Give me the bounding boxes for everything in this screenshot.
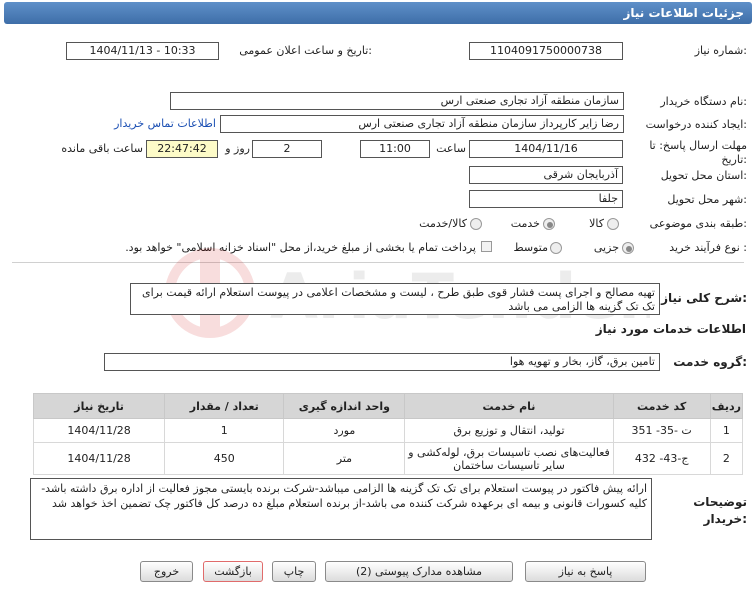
service-group-field: تامین برق، گاز، بخار و تهویه هوا: [104, 353, 660, 371]
buyer-field: سازمان منطقه آزاد تجاری صنعتی ارس: [170, 92, 624, 110]
creator-field: رضا زایر کارپرداز سازمان منطقه آزاد تجار…: [220, 115, 624, 133]
purchase-option-medium: متوسط: [513, 241, 548, 254]
cell-need-date: 1404/11/28: [32, 418, 166, 443]
buyer-notes-label: توضیحات خریدار:: [693, 495, 747, 526]
cell-row: 2: [709, 442, 744, 475]
purchase-option-minor: جزیی: [593, 241, 619, 254]
announce-label: تاریخ و ساعت اعلان عمومی:: [239, 44, 372, 57]
cell-quantity: 450: [164, 442, 285, 475]
view-attachments-button[interactable]: مشاهده مدارک پیوستی (2): [325, 561, 513, 582]
reply-button[interactable]: پاسخ به نیاز: [525, 561, 646, 582]
need-number-label: شماره نیاز:: [694, 44, 747, 57]
purchase-radio-minor[interactable]: [622, 242, 634, 254]
description-field: تهیه مصالح و اجرای پست فشار قوی طبق طرح …: [130, 283, 660, 315]
buyer-contact-link[interactable]: اطلاعات تماس خریدار: [108, 116, 216, 132]
remaining-label: ساعت باقی مانده: [61, 142, 143, 155]
purchase-radio-medium[interactable]: [550, 242, 562, 254]
buyer-notes-field: ارائه پیش فاکتور در پیوست استعلام برای ت…: [30, 478, 652, 540]
exit-button[interactable]: خروج: [140, 561, 193, 582]
remaining-time-field: 22:47:42: [146, 140, 218, 158]
days-label: روز و: [225, 142, 250, 155]
cell-service-code: ج-43- 432: [612, 442, 711, 475]
city-label: شهر محل تحویل:: [667, 193, 747, 206]
services-table: ردیف کد خدمت نام خدمت واحد اندازه گیری ت…: [32, 393, 744, 475]
category-option-service: خدمت: [510, 217, 540, 230]
table-row: 2 ج-43- 432 فعالیت‌های نصب تاسیسات برق، …: [32, 442, 744, 475]
announce-field: 1404/11/13 - 10:33: [66, 42, 219, 60]
purchase-type-label: نوع فرآیند خرید :: [669, 241, 747, 254]
category-label: طبقه بندی موضوعی:: [649, 217, 747, 230]
cell-unit: مورد: [283, 418, 406, 443]
need-number-field: 1104091750000738: [469, 42, 623, 60]
province-field: آذربایجان شرقی: [469, 166, 623, 184]
deadline-date-field: 1404/11/16: [469, 140, 623, 158]
days-field: 2: [252, 140, 322, 158]
category-option-goods: کالا: [589, 217, 604, 230]
deadline-time-label: ساعت: [436, 142, 466, 155]
treasury-note: پرداخت تمام یا بخشی از مبلغ خرید،از محل …: [125, 241, 476, 254]
print-button[interactable]: چاپ: [272, 561, 316, 582]
back-button[interactable]: بازگشت: [203, 561, 263, 582]
table-header-row: ردیف کد خدمت نام خدمت واحد اندازه گیری ت…: [32, 393, 744, 419]
cell-quantity: 1: [164, 418, 285, 443]
col-unit: واحد اندازه گیری: [283, 393, 406, 419]
cell-service-name: تولید، انتقال و توزیع برق: [404, 418, 614, 443]
services-header: اطلاعات خدمات مورد نیاز: [595, 322, 746, 336]
col-need-date: تاریخ نیاز: [32, 393, 166, 419]
cell-service-code: ت -35- 351: [612, 418, 711, 443]
category-radio-service[interactable]: [543, 218, 555, 230]
col-quantity: تعداد / مقدار: [164, 393, 285, 419]
cell-unit: متر: [283, 442, 406, 475]
province-label: استان محل تحویل:: [660, 169, 747, 182]
description-label: شرح کلی نیاز:: [661, 291, 747, 305]
category-radio-goods-service[interactable]: [470, 218, 482, 230]
col-row: ردیف: [709, 393, 744, 419]
cell-service-name: فعالیت‌های نصب تاسیسات برق، لوله‌کشی و س…: [404, 442, 614, 475]
category-option-goods-service: کالا/خدمت: [419, 217, 467, 230]
cell-need-date: 1404/11/28: [32, 442, 166, 475]
section-divider: [12, 262, 744, 263]
city-field: جلفا: [469, 190, 623, 208]
creator-label: ایجاد کننده درخواست:: [645, 118, 747, 131]
deadline-label: مهلت ارسال پاسخ: تا تاریخ:: [649, 139, 747, 166]
col-service-code: کد خدمت: [612, 393, 711, 419]
category-radio-goods[interactable]: [607, 218, 619, 230]
buyer-label: نام دستگاه خریدار:: [660, 95, 747, 108]
service-group-label: گروه خدمت:: [673, 355, 747, 369]
cell-row: 1: [709, 418, 744, 443]
page-title: جزئیات اطلاعات نیاز: [4, 2, 752, 24]
col-service-name: نام خدمت: [404, 393, 614, 419]
treasury-checkbox[interactable]: [481, 241, 492, 252]
deadline-time-field: 11:00: [360, 140, 430, 158]
table-row: 1 ت -35- 351 تولید، انتقال و توزیع برق م…: [32, 418, 744, 443]
